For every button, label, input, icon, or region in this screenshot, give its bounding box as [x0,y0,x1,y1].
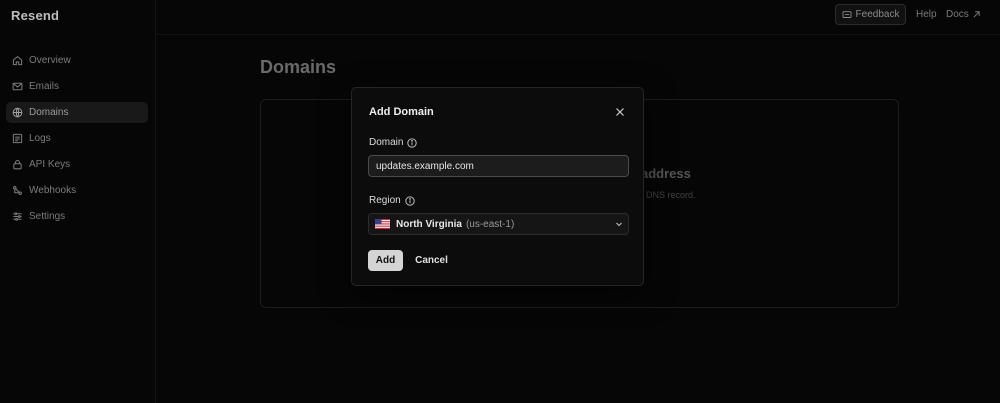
sidebar-item-domains[interactable]: Domains [6,102,148,123]
webhook-icon [12,185,23,196]
app-root: Resend Overview Emails Domains Logs API … [0,0,1000,403]
region-label: Region [369,195,415,206]
sidebar-nav: Overview Emails Domains Logs API Keys We… [6,50,148,232]
globe-icon [12,107,23,118]
top-bar: Feedback Help Docs [156,0,1000,35]
sidebar-item-label: Domains [29,107,69,118]
feedback-button[interactable]: Feedback [835,4,906,25]
add-domain-dialog: Add Domain Domain Region [351,87,644,286]
close-button[interactable] [614,106,626,118]
sidebar-item-settings[interactable]: Settings [6,206,148,227]
chevron-down-icon [615,220,623,228]
home-icon [12,55,23,66]
list-icon [12,133,23,144]
help-label: Help [916,9,937,20]
domain-input[interactable] [368,155,629,177]
external-link-icon [973,11,980,18]
dialog-title: Add Domain [369,106,434,118]
sidebar-item-label: Logs [29,133,51,144]
docs-label: Docs [946,9,969,20]
sidebar-item-emails[interactable]: Emails [6,76,148,97]
region-name: North Virginia [396,218,462,230]
help-link[interactable]: Help [916,9,937,20]
domain-label-text: Domain [369,137,404,148]
sidebar-item-label: API Keys [29,159,71,170]
add-button[interactable]: Add [368,250,403,271]
empty-state-heading: address [641,166,691,181]
sidebar-item-label: Settings [29,211,66,222]
sliders-icon [12,211,23,222]
info-icon[interactable] [405,195,415,206]
close-icon [616,108,624,116]
region-code: (us-east-1) [465,218,515,230]
sidebar-item-logs[interactable]: Logs [6,128,148,149]
region-select[interactable]: North Virginia (us-east-1) [368,213,629,235]
cancel-button[interactable]: Cancel [411,250,452,271]
lock-icon [12,159,23,170]
docs-link[interactable]: Docs [946,9,981,20]
sidebar: Resend Overview Emails Domains Logs API … [0,0,156,403]
sidebar-item-overview[interactable]: Overview [6,50,148,71]
sidebar-item-webhooks[interactable]: Webhooks [6,180,148,201]
domain-label: Domain [369,137,418,148]
sidebar-item-label: Webhooks [29,185,77,196]
feedback-label: Feedback [855,9,900,20]
page-title: Domains [260,57,337,77]
brand-logo[interactable]: Resend [11,8,59,23]
info-icon[interactable] [407,137,418,148]
sidebar-item-label: Overview [29,55,71,66]
mail-icon [12,81,23,92]
message-icon [842,10,851,18]
sidebar-item-api-keys[interactable]: API Keys [6,154,148,175]
sidebar-item-label: Emails [29,81,60,92]
us-flag-icon [375,219,390,229]
region-label-text: Region [369,195,401,206]
